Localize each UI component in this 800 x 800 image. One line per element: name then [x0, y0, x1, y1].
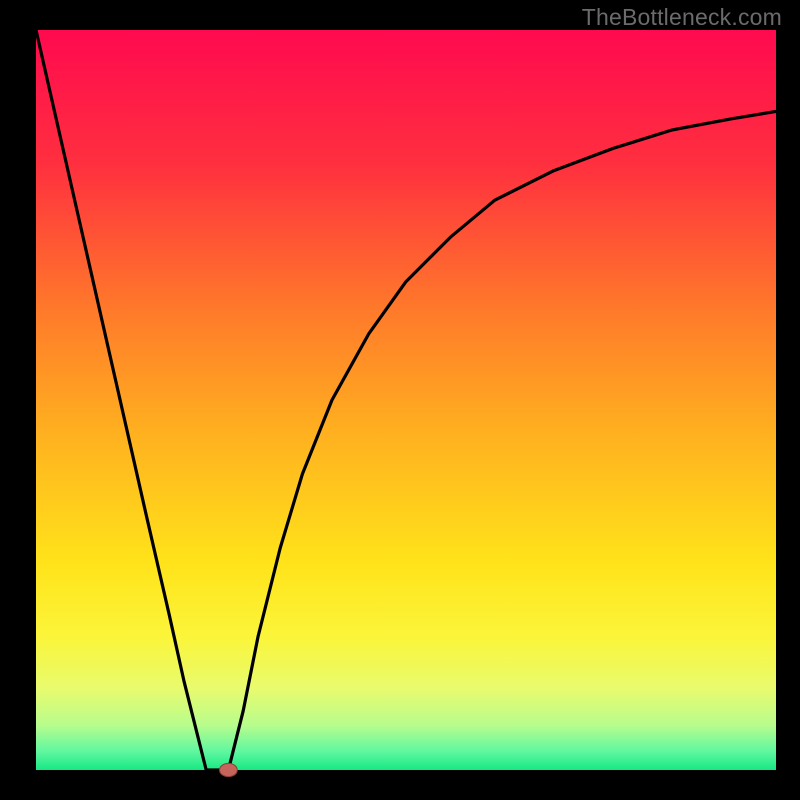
min-marker: [220, 763, 238, 776]
bottleneck-chart: [0, 0, 800, 800]
plot-area: [36, 30, 776, 770]
chart-frame: TheBottleneck.com: [0, 0, 800, 800]
watermark-text: TheBottleneck.com: [582, 4, 782, 31]
